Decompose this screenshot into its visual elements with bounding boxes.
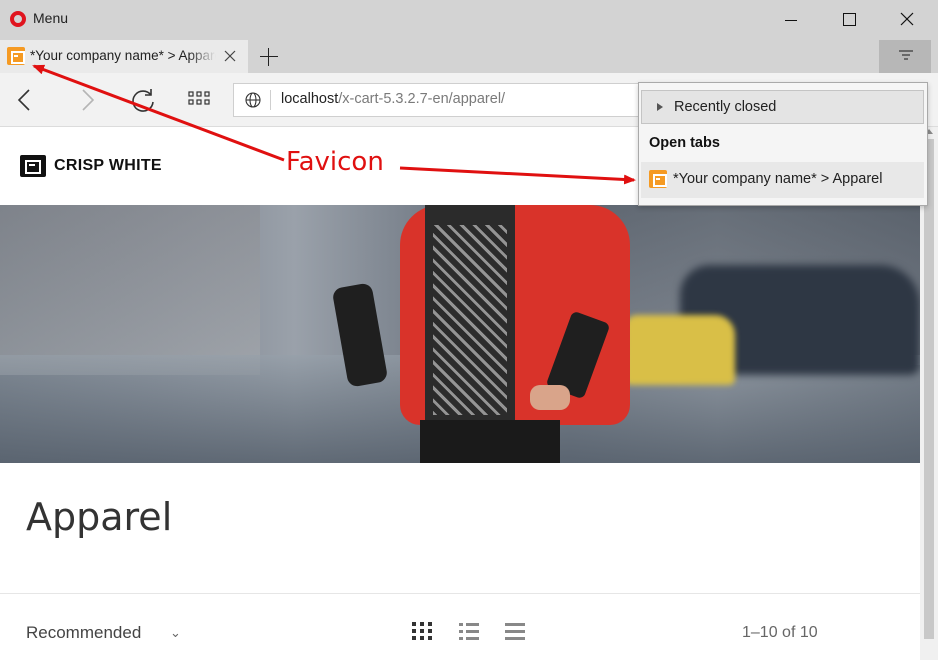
url-host: localhost	[281, 91, 339, 107]
triangle-right-icon	[657, 103, 663, 111]
url-separator	[270, 90, 271, 110]
divider	[0, 593, 920, 594]
chevron-down-icon[interactable]: ⌄	[170, 626, 181, 641]
grid-view-icon[interactable]	[411, 620, 433, 642]
tab-menu-dropdown: Recently closed Open tabs *Your company …	[638, 82, 928, 206]
browser-window: Menu *Your company name* > Apparel local…	[0, 0, 938, 660]
close-window-button[interactable]	[884, 0, 930, 40]
recently-closed-label: Recently closed	[674, 99, 777, 115]
page-content: CRISP WHITE Apparel Recommended ⌄ 1–10 o…	[0, 127, 920, 660]
hero-banner-image	[0, 205, 920, 463]
close-icon	[900, 12, 914, 26]
table-view-icon[interactable]	[504, 620, 526, 642]
category-title: Apparel	[26, 495, 173, 539]
favicon-icon	[7, 47, 25, 65]
title-bar: Menu	[0, 0, 938, 40]
menu-label[interactable]: Menu	[33, 10, 68, 26]
tab-menu-icon	[899, 50, 913, 60]
sort-dropdown[interactable]: Recommended	[26, 623, 141, 643]
url-path: /x-cart-5.3.2.7-en/apparel/	[338, 91, 506, 107]
back-icon[interactable]	[10, 85, 40, 115]
speed-dial-icon[interactable]	[185, 85, 215, 115]
results-count: 1–10 of 10	[742, 624, 818, 641]
reload-icon[interactable]	[128, 85, 158, 115]
tab-menu-button[interactable]	[879, 40, 931, 73]
store-name[interactable]: CRISP WHITE	[54, 157, 162, 175]
tab-close-icon[interactable]	[224, 50, 236, 62]
globe-icon	[245, 92, 261, 108]
open-tabs-heading: Open tabs	[649, 135, 720, 151]
forward-icon[interactable]	[72, 85, 102, 115]
open-tab-title: *Your company name* > Apparel	[673, 171, 883, 187]
recently-closed-item[interactable]: Recently closed	[641, 90, 924, 124]
maximize-button[interactable]	[826, 0, 872, 40]
new-tab-button[interactable]	[258, 46, 280, 68]
list-view-icon[interactable]	[458, 620, 480, 642]
tab-active[interactable]: *Your company name* > Apparel	[0, 40, 248, 73]
scroll-thumb[interactable]	[924, 139, 934, 639]
address-bar[interactable]: localhost/x-cart-5.3.2.7-en/apparel/	[233, 83, 645, 117]
minimize-button[interactable]	[768, 0, 814, 40]
favicon-icon	[649, 170, 667, 188]
open-tab-item[interactable]: *Your company name* > Apparel	[641, 162, 924, 198]
annotation-label: Favicon	[286, 147, 384, 177]
store-logo-icon[interactable]	[20, 155, 46, 177]
tab-strip: *Your company name* > Apparel	[0, 40, 938, 73]
tab-title: *Your company name* > Apparel	[30, 48, 216, 63]
url-text[interactable]: localhost/x-cart-5.3.2.7-en/apparel/	[281, 91, 505, 107]
opera-logo-icon[interactable]	[10, 11, 26, 27]
page-scrollbar[interactable]	[920, 127, 938, 660]
